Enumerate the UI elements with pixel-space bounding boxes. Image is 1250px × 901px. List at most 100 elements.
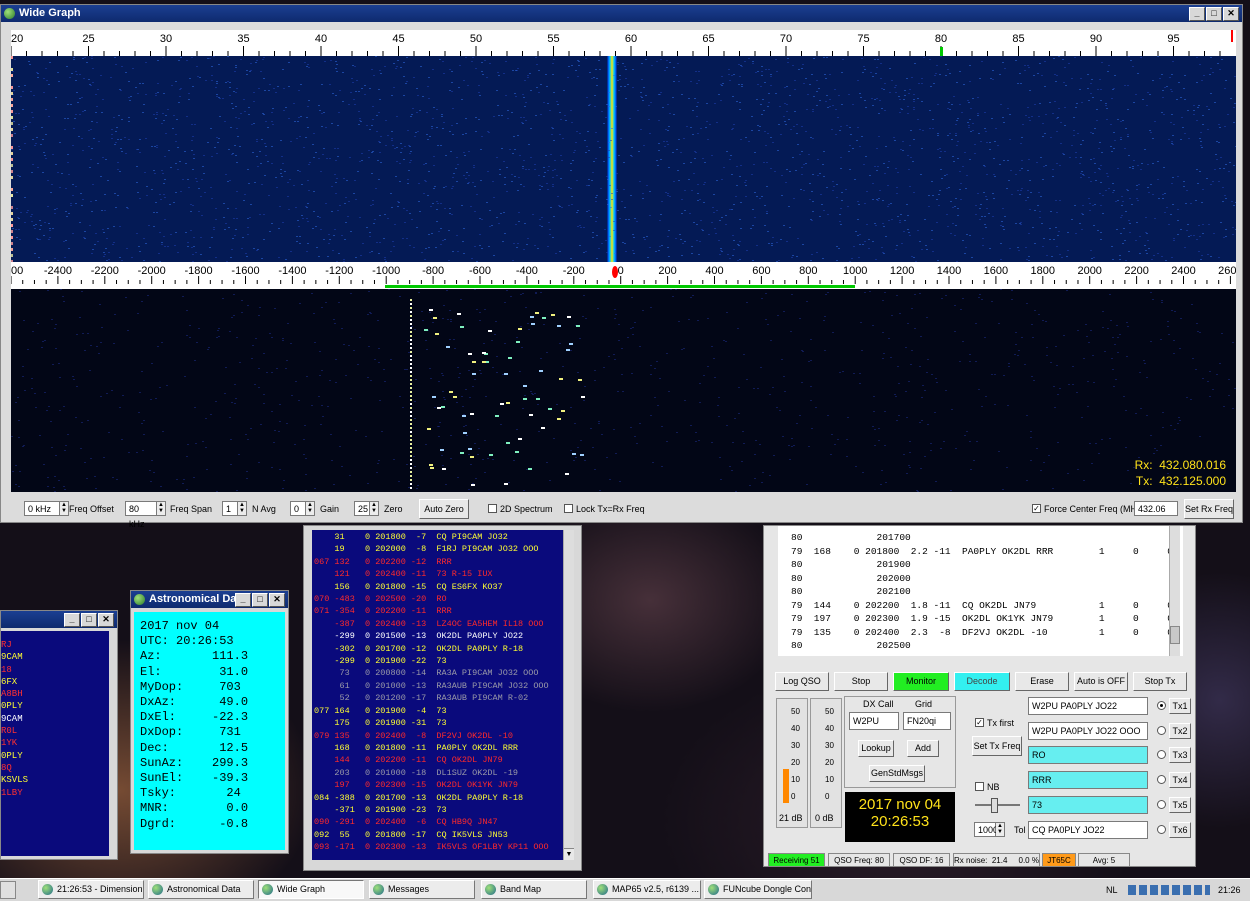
band-map-row[interactable]: 203 0 201000 -18 DL1SUZ OK2DL -19 <box>314 767 563 779</box>
band-map-row[interactable]: 077 164 0 201900 -4 73 <box>314 705 563 717</box>
zero-field[interactable]: 25 <box>354 501 370 516</box>
band-map-row[interactable]: -299 0 201500 -13 OK2DL PA0PLY JO22 <box>314 630 563 642</box>
tx-button[interactable]: Tx4 <box>1169 772 1191 789</box>
message-row[interactable]: 8Q <box>1 762 109 774</box>
tx-message-field[interactable]: RRR <box>1028 771 1148 790</box>
band-map-row[interactable]: 079 135 0 202400 -8 DF2VJ OK2DL -10 <box>314 730 563 742</box>
band-map-row[interactable]: 197 0 202300 -15 OK2DL OK1YK JN79 <box>314 779 563 791</box>
astro-titlebar[interactable]: Astronomical Data _ □ ✕ <box>131 591 288 608</box>
messages-titlebar[interactable]: _ □ ✕ <box>1 611 117 628</box>
tx-message-field[interactable]: W2PU PA0PLY JO22 OOO <box>1028 721 1148 740</box>
tx-radio[interactable] <box>1157 701 1166 710</box>
band-map-row[interactable]: 070 -483 0 202500 -20 RO <box>314 593 563 605</box>
freq-span-field[interactable]: 80 kHz <box>125 501 157 529</box>
passband-waterfall[interactable]: Rx: 432.080.016 Tx: 432.125.000 <box>11 289 1236 492</box>
maximize-button[interactable]: □ <box>252 593 268 607</box>
message-row[interactable]: 1LBY <box>1 787 109 799</box>
message-row[interactable]: RJ <box>1 639 109 651</box>
decode-line[interactable]: 80 202100 <box>791 585 1183 599</box>
band-map-row[interactable]: 19 0 202000 -8 F1RJ PI9CAM JO32 OOO <box>314 543 563 555</box>
tx-radio[interactable] <box>1157 799 1166 809</box>
band-map-list[interactable]: 31 0 201800 -7 CQ PI9CAM JO32 19 0 20200… <box>312 530 563 860</box>
band-map-row[interactable]: 067 132 0 202200 -12 RRR <box>314 556 563 568</box>
band-map-row[interactable]: 121 0 202400 -11 73 R-15 IUX <box>314 568 563 580</box>
stop-tx-button[interactable]: Stop Tx <box>1133 672 1187 691</box>
tol-arrows-icon[interactable]: ▲ ▼ <box>996 822 1005 837</box>
band-map-row[interactable]: 52 0 201200 -17 RA3AUB PI9CAM R-02 <box>314 692 563 704</box>
message-row[interactable]: 0PLY <box>1 750 109 762</box>
scroll-down-icon[interactable]: ▼ <box>564 848 574 860</box>
band-map-scrollbar[interactable]: ▼ <box>563 530 574 860</box>
taskbar-item-funcube[interactable]: FUNcube Dongle Controller <box>704 880 812 899</box>
band-map-row[interactable]: -299 0 201900 -22 73 <box>314 655 563 667</box>
band-map-row[interactable]: 175 0 201900 -31 73 <box>314 717 563 729</box>
close-button[interactable]: ✕ <box>98 613 114 627</box>
offset-scale[interactable]: 00 -2400 -2200 -2000 -1800 -1600 -1400 -1200 -10… <box>11 262 1236 289</box>
dx-grid-field[interactable]: FN20qi <box>903 712 951 730</box>
decode-line[interactable]: 79 135 0 202400 2.3 -8 DF2VJ OK2DL -10 1… <box>791 626 1183 640</box>
gain-arrows-icon[interactable]: ▲ ▼ <box>306 501 315 516</box>
taskbar-item-dimension4[interactable]: 21:26:53 - Dimension 4 <box>38 880 144 899</box>
band-map-row[interactable]: 168 0 201800 -11 PA0PLY OK2DL RRR <box>314 742 563 754</box>
decoded-text-scrollbar[interactable] <box>1169 526 1180 656</box>
decode-button[interactable]: Decode <box>954 672 1010 691</box>
taskbar-item-band-map[interactable]: Band Map <box>481 880 587 899</box>
wide-graph-titlebar[interactable]: Wide Graph _ □ ✕ <box>1 5 1242 22</box>
nb-slider[interactable] <box>975 798 1020 813</box>
lock-tx-rx-checkbox[interactable] <box>564 504 573 513</box>
center-freq-field[interactable]: 432.06 <box>1134 501 1178 516</box>
tx-radio[interactable] <box>1157 750 1166 760</box>
monitor-button[interactable]: Monitor <box>893 672 949 691</box>
force-center-checkbox[interactable]: ✓ <box>1032 504 1041 513</box>
band-map-row[interactable]: 31 0 201800 -7 CQ PI9CAM JO32 <box>314 531 563 543</box>
tx-radio[interactable] <box>1157 824 1166 834</box>
decode-line[interactable]: 80 201700 <box>791 531 1183 545</box>
message-row[interactable]: 6FX <box>1 676 109 688</box>
message-row[interactable]: A8BH <box>1 688 109 700</box>
minimize-button[interactable]: _ <box>235 593 251 607</box>
zero-spin[interactable]: 25 ▲ ▼ <box>354 501 379 516</box>
taskbar-item-map65[interactable]: MAP65 v2.5, r6139 ... <box>593 880 701 899</box>
message-row[interactable]: 9CAM <box>1 651 109 663</box>
decode-line[interactable]: 80 202000 <box>791 572 1183 586</box>
set-tx-freq-button[interactable]: Set Tx Freq <box>972 736 1022 756</box>
top-frequency-scale[interactable]: 20 25 30 35 40 45 50 55 60 65 70 75 80 85 90 95 <box>11 30 1236 56</box>
messages-list[interactable]: RJ 9CAM 18 6FX A8BH 0PLY 9CAM R0L 1YK 0PLY 8Q KSVLS… <box>1 631 109 856</box>
tx-message-field[interactable]: W2PU PA0PLY JO22 <box>1028 697 1148 715</box>
decoded-text-area[interactable]: 80 201700 79 168 0 201800 2.2 -11 PA0PLY … <box>778 526 1183 656</box>
taskbar-item-messages[interactable]: Messages <box>369 880 475 899</box>
lookup-button[interactable]: Lookup <box>858 740 894 757</box>
nb-slider-thumb[interactable] <box>991 798 998 813</box>
tx-message-field[interactable]: CQ PA0PLY JO22 <box>1028 820 1148 839</box>
decode-line[interactable]: 79 144 0 202200 1.8 -11 CQ OK2DL JN79 1 … <box>791 599 1183 613</box>
navg-arrows-icon[interactable]: ▲ ▼ <box>238 501 247 516</box>
maximize-button[interactable]: □ <box>81 613 97 627</box>
tol-field[interactable]: 1000 <box>974 822 998 837</box>
tx-button[interactable]: Tx1 <box>1169 698 1191 714</box>
tx-button[interactable]: Tx3 <box>1169 747 1191 764</box>
band-map-row[interactable]: 61 0 201000 -13 RA3AUB PI9CAM JO32 OOO <box>314 680 563 692</box>
message-row[interactable]: 0PLY <box>1 700 109 712</box>
band-map-row[interactable]: 156 0 201800 -15 CQ ES6FX KO37 <box>314 581 563 593</box>
message-row[interactable]: KSVLS <box>1 774 109 786</box>
message-row[interactable]: 9CAM <box>1 713 109 725</box>
freq-offset-spin[interactable]: 0 kHz ▲ ▼ <box>24 501 69 516</box>
freq-span-arrows-icon[interactable]: ▲ ▼ <box>157 501 166 516</box>
message-row[interactable]: 18 <box>1 664 109 676</box>
decode-line[interactable]: 79 197 0 202300 1.9 -15 OK2DL OK1YK JN79… <box>791 612 1183 626</box>
auto-zero-button[interactable]: Auto Zero <box>419 499 469 519</box>
tx-button[interactable]: Tx6 <box>1169 821 1191 838</box>
erase-button[interactable]: Erase <box>1015 672 1069 691</box>
add-button[interactable]: Add <box>907 740 939 757</box>
tx-button[interactable]: Tx2 <box>1169 722 1191 739</box>
tx-button[interactable]: Tx5 <box>1169 796 1191 813</box>
tx-radio[interactable] <box>1157 775 1166 785</box>
close-button[interactable]: ✕ <box>269 593 285 607</box>
taskbar-item-astronomical-data[interactable]: Astronomical Data <box>148 880 254 899</box>
band-map-row[interactable]: 093 -171 0 202300 -13 IK5VLS OF1LBY KP11… <box>314 841 563 853</box>
band-map-row[interactable]: 084 -388 0 201700 -13 OK2DL PA0PLY R-18 <box>314 792 563 804</box>
decode-line[interactable]: 79 168 0 201800 2.2 -11 PA0PLY OK2DL RRR… <box>791 545 1183 559</box>
band-map-row[interactable]: 73 0 200800 -14 RA3A PI9CAM JO32 OOO <box>314 667 563 679</box>
wideband-waterfall[interactable] <box>11 56 1236 262</box>
message-row[interactable]: 1YK <box>1 737 109 749</box>
